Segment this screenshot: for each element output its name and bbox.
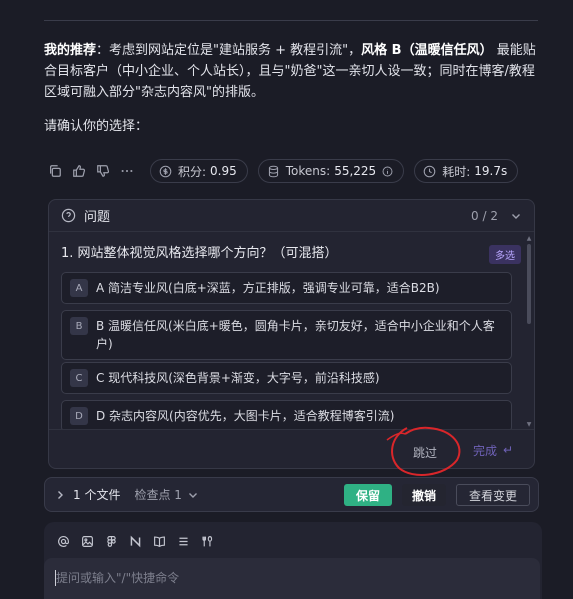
tools-icon[interactable] [198,532,216,550]
composer [44,522,542,599]
chevron-down-icon [512,213,520,219]
time-stat: 耗时: 19.7s [414,159,519,183]
confirm-prompt: 请确认你的选择： [44,119,149,134]
undo-button[interactable]: 撤销 [402,484,446,506]
question-body: 1. 网站整体视觉风格选择哪个方向？（可混搭） 多选 A A 简洁专业风(白底+… [49,233,525,429]
chat-input-box[interactable] [44,558,540,599]
tokens-stat: Tokens: 55,225 [257,159,405,183]
keep-button[interactable]: 保留 [344,484,392,506]
question-panel-header[interactable]: 问题 0 / 2 [49,200,534,232]
option-text: A 简洁专业风(白底+深蓝，方正排版，强调专业可靠，适合B2B) [96,281,440,295]
book-icon[interactable] [150,532,168,550]
clock-icon [423,165,436,177]
message-actions: 积分: 0.95 Tokens: 55,225 耗时: 19.7s [44,158,519,184]
network-icon[interactable] [126,532,144,550]
divider [44,20,538,21]
chevron-right-icon[interactable] [55,490,65,500]
time-value: 19.7s [474,164,508,178]
tokens-value: 55,225 [334,164,377,178]
option-letter: D [70,407,88,425]
question-panel: 问题 0 / 2 1. 网站整体视觉风格选择哪个方向？（可混搭） 多选 A A … [48,199,535,469]
option-letter: A [70,279,88,297]
skip-button[interactable]: 跳过 [413,444,437,461]
image-icon[interactable] [78,532,96,550]
scroll-down-icon[interactable]: ▼ [526,422,532,428]
option-c[interactable]: C C 现代科技风(深色背景+渐变，大字号，前沿科技感) [61,362,512,394]
done-label: 完成 [472,443,497,458]
tokens-label: Tokens: [285,164,331,178]
option-text: C 现代科技风(深色背景+渐变，大字号，前沿科技感) [96,371,380,385]
question-icon [61,208,76,223]
option-b[interactable]: B B 温暖信任风(米白底+暖色，圆角卡片，亲切友好，适合中小企业和个人客户) [61,310,512,360]
thumbs-up-icon[interactable] [68,160,90,182]
figma-icon[interactable] [102,532,120,550]
option-letter: B [70,317,88,335]
multi-select-badge: 多选 [489,245,521,264]
done-button[interactable]: 完成 ↵ [461,438,525,462]
checkpoint-label: 检查点 1 [134,488,182,502]
recommended-style: 风格 B（温暖信任风） [361,43,493,58]
scroll-thumb[interactable] [527,244,531,324]
option-text: B 温暖信任风(米白底+暖色，圆角卡片，亲切友好，适合中小企业和个人客户) [96,319,495,351]
time-label: 耗时: [442,164,471,179]
composer-toolbar [54,532,222,550]
question-footer: 跳过 完成 ↵ [49,429,534,468]
database-icon [268,165,278,177]
option-text: D 杂志内容风(内容优先，大图卡片，适合教程博客引流) [96,409,395,423]
points-label: 积分: [178,164,207,179]
points-stat: 积分: 0.95 [150,159,248,183]
question-scrollbar[interactable]: ▲ ▼ [526,236,532,428]
question-count: 0 / 2 [471,208,498,223]
copy-icon[interactable] [44,160,66,182]
chat-input[interactable] [56,568,516,588]
at-icon[interactable] [54,532,72,550]
assistant-message: 我的推荐：考虑到网站定位是"建站服务 + 教程引流"，风格 B（温暖信任风） 最… [44,40,538,103]
enter-icon: ↵ [502,443,514,457]
thumbs-down-icon[interactable] [92,160,114,182]
chevron-down-icon [188,492,197,498]
question-panel-title: 问题 [84,210,111,225]
option-d[interactable]: D D 杂志内容风(内容优先，大图卡片，适合教程博客引流) [61,400,512,429]
changed-files[interactable]: 1 个文件 [73,486,120,503]
view-changes-button[interactable]: 查看变更 [456,484,530,506]
recommend-label: 我的推荐 [44,43,97,58]
info-icon [382,166,393,176]
list-icon[interactable] [174,532,192,550]
scroll-up-icon[interactable]: ▲ [526,236,532,242]
option-a[interactable]: A A 简洁专业风(白底+深蓝，方正排版，强调专业可靠，适合B2B) [61,272,512,304]
more-icon[interactable] [116,160,138,182]
option-letter: C [70,369,88,387]
changes-bar: 1 个文件 检查点 1 保留 撤销 查看变更 [44,477,539,512]
coin-icon [159,165,172,177]
message-text-1: ：考虑到网站定位是"建站服务 + 教程引流"， [96,43,362,58]
checkpoint-dropdown[interactable]: 检查点 1 [134,486,197,503]
question-text: 1. 网站整体视觉风格选择哪个方向？（可混搭） [61,246,338,261]
points-value: 0.95 [210,164,237,178]
